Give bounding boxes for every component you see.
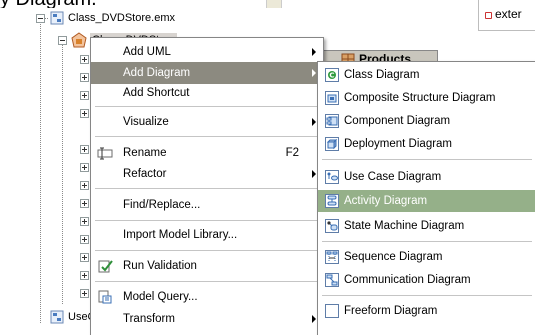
menu-item-use-case-diagram[interactable]: Use Case Diagram <box>318 166 535 188</box>
class-diagram-icon: C <box>325 68 339 82</box>
sequence-diagram-icon <box>325 250 339 264</box>
expand-icon[interactable] <box>80 270 89 280</box>
communication-diagram-icon <box>325 273 339 287</box>
submenu-arrow-icon <box>312 170 316 178</box>
svg-text:C: C <box>329 72 334 80</box>
menu-separator <box>322 159 532 160</box>
rename-icon <box>97 147 113 160</box>
menu-item-deployment-diagram[interactable]: Deployment Diagram <box>318 133 535 155</box>
tree-item-label: Class_DVDStore.emx <box>68 12 175 24</box>
right-panel-label: exter <box>495 7 522 21</box>
expand-icon[interactable] <box>80 90 89 100</box>
menu-item-freeform-diagram[interactable]: Freeform Diagram <box>318 300 535 322</box>
menu-item-sequence-diagram[interactable]: Sequence Diagram <box>318 246 535 268</box>
menu-item-transform[interactable]: Transform <box>91 308 323 330</box>
menu-item-component-diagram[interactable]: Component Diagram <box>318 110 535 132</box>
menu-item-find-replace[interactable]: Find/Replace... <box>91 194 323 216</box>
menu-item-run-validation[interactable]: Run Validation <box>91 255 323 277</box>
model-file-icon <box>50 310 64 324</box>
expand-icon[interactable] <box>80 252 89 262</box>
menu-item-add-uml[interactable]: Add UML <box>91 41 323 63</box>
menu-item-refactor[interactable]: Refactor <box>91 163 323 185</box>
freeform-diagram-icon <box>325 304 339 318</box>
expand-icon[interactable] <box>80 144 89 154</box>
component-diagram-icon <box>325 114 339 128</box>
submenu-arrow-icon <box>312 69 316 77</box>
menu-separator <box>95 220 319 221</box>
menu-separator <box>95 250 319 251</box>
submenu-arrow-icon <box>312 48 316 56</box>
menu-item-visualize[interactable]: Visualize <box>91 111 323 133</box>
model-icon <box>71 32 87 48</box>
activity-diagram-icon <box>325 194 339 208</box>
use-case-diagram-icon <box>325 170 339 184</box>
menu-separator <box>322 295 532 296</box>
shortcut-label: F2 <box>285 147 299 159</box>
right-editor-panel: exter <box>478 0 535 31</box>
context-menu: Add UML Add Diagram Add Shortcut Visuali… <box>90 37 324 335</box>
menu-item-add-diagram[interactable]: Add Diagram <box>91 62 323 84</box>
state-machine-diagram-icon <box>325 219 339 233</box>
expand-icon[interactable] <box>80 198 89 208</box>
menu-item-import-model-library[interactable]: Import Model Library... <box>91 224 323 246</box>
screenshot-root: y Diagram. exter Class_DVDStore.emx Clas… <box>0 0 535 335</box>
add-diagram-submenu: C Class Diagram Composite Structure Diag… <box>317 61 535 335</box>
model-query-icon <box>98 290 112 304</box>
submenu-arrow-icon <box>312 118 316 126</box>
menu-separator <box>95 136 319 137</box>
expand-icon[interactable] <box>80 108 89 118</box>
expand-icon[interactable] <box>80 180 89 190</box>
menu-separator <box>95 281 319 282</box>
composite-structure-diagram-icon <box>325 91 339 105</box>
tree-item-model-file[interactable]: Class_DVDStore.emx <box>36 9 175 27</box>
expand-icon[interactable] <box>80 288 89 298</box>
submenu-arrow-icon <box>312 315 316 323</box>
menu-item-activity-diagram[interactable]: Activity Diagram <box>318 190 535 212</box>
menu-item-composite-structure-diagram[interactable]: Composite Structure Diagram <box>318 87 535 109</box>
deployment-diagram-icon <box>325 137 339 151</box>
collapse-icon[interactable] <box>58 35 67 45</box>
menu-item-state-machine-diagram[interactable]: State Machine Diagram <box>318 215 535 237</box>
expand-icon[interactable] <box>80 234 89 244</box>
validation-icon <box>98 260 113 273</box>
expand-icon[interactable] <box>80 162 89 172</box>
menu-item-add-shortcut[interactable]: Add Shortcut <box>91 82 323 104</box>
expand-icon[interactable] <box>80 216 89 226</box>
collapse-icon[interactable] <box>36 13 45 23</box>
attribute-icon <box>485 12 492 19</box>
menu-item-class-diagram[interactable]: C Class Diagram <box>318 64 535 86</box>
expand-icon[interactable] <box>80 72 89 82</box>
menu-separator <box>95 188 319 189</box>
menu-item-rename[interactable]: Rename F2 <box>91 142 323 164</box>
expand-icon[interactable] <box>80 54 89 64</box>
menu-item-communication-diagram[interactable]: Communication Diagram <box>318 269 535 291</box>
menu-separator <box>322 241 532 242</box>
menu-item-model-query[interactable]: Model Query... <box>91 286 323 308</box>
menu-separator <box>95 106 319 107</box>
model-file-icon <box>50 11 64 25</box>
